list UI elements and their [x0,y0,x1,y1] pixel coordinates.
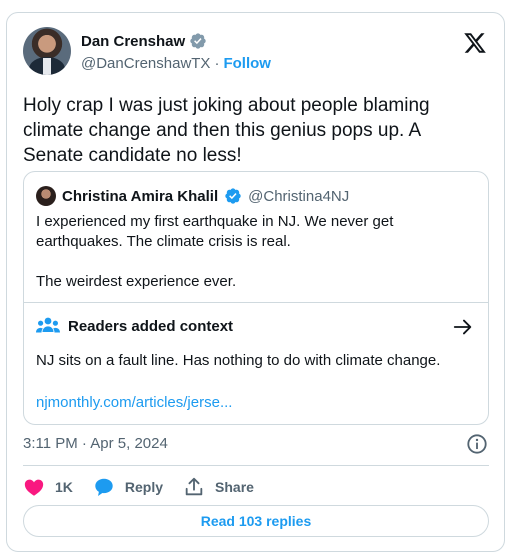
community-note-heading: Readers added context [68,317,234,335]
community-note-text: NJ sits on a fault line. Has nothing to … [36,352,441,369]
quoted-avatar[interactable] [36,186,56,206]
context-divider [24,302,488,303]
share-button[interactable]: Share [183,476,254,498]
readers-context-icon [36,317,60,333]
tweet-actions: 1K Reply Share [23,473,254,501]
read-replies-button[interactable]: Read 103 replies [23,505,489,537]
quoted-header: Christina Amira Khalil @Christina4NJ [36,186,349,206]
tweet-timestamp[interactable]: 3:11 PM · Apr 5, 2024 [23,435,168,452]
info-icon[interactable] [466,433,488,455]
tweet-text: Holy crap I was just joking about people… [23,95,430,166]
author-handle-row: @DanCrenshawTX · Follow [81,55,271,72]
quoted-paragraph: I experienced my first earthquake in NJ.… [36,213,394,250]
verified-badge-icon [190,33,206,49]
arrow-right-icon[interactable] [452,316,474,338]
quoted-tweet[interactable]: Christina Amira Khalil @Christina4NJ I e… [23,171,489,425]
quoted-handle[interactable]: @Christina4NJ [248,188,349,205]
author-name-row: Dan Crenshaw [81,32,207,50]
heart-icon [24,479,44,496]
author-name[interactable]: Dan Crenshaw [81,33,185,50]
author-avatar[interactable] [23,27,71,75]
like-count: 1K [55,479,73,495]
separator-dot: · [214,55,220,72]
verified-badge-icon [225,188,241,204]
reply-bubble-icon [95,478,113,496]
quoted-name[interactable]: Christina Amira Khalil [62,188,218,205]
community-note-link[interactable]: njmonthly.com/articles/jerse... [36,394,232,411]
x-logo-icon[interactable] [463,31,487,55]
quoted-text: I experienced my first earthquake in NJ.… [36,212,476,312]
actions-divider [23,465,489,466]
tweet-card: Dan Crenshaw @DanCrenshawTX · Follow Hol… [6,12,505,552]
follow-button[interactable]: Follow [223,55,271,72]
reply-button[interactable]: Reply [93,476,163,498]
author-handle[interactable]: @DanCrenshawTX [81,55,210,72]
share-label: Share [215,479,254,495]
community-note-header[interactable]: Readers added context [36,316,233,336]
reply-label: Reply [124,479,164,495]
quoted-paragraph: The weirdest experience ever. [36,273,237,290]
share-icon [185,477,203,496]
like-button[interactable]: 1K [23,476,73,498]
